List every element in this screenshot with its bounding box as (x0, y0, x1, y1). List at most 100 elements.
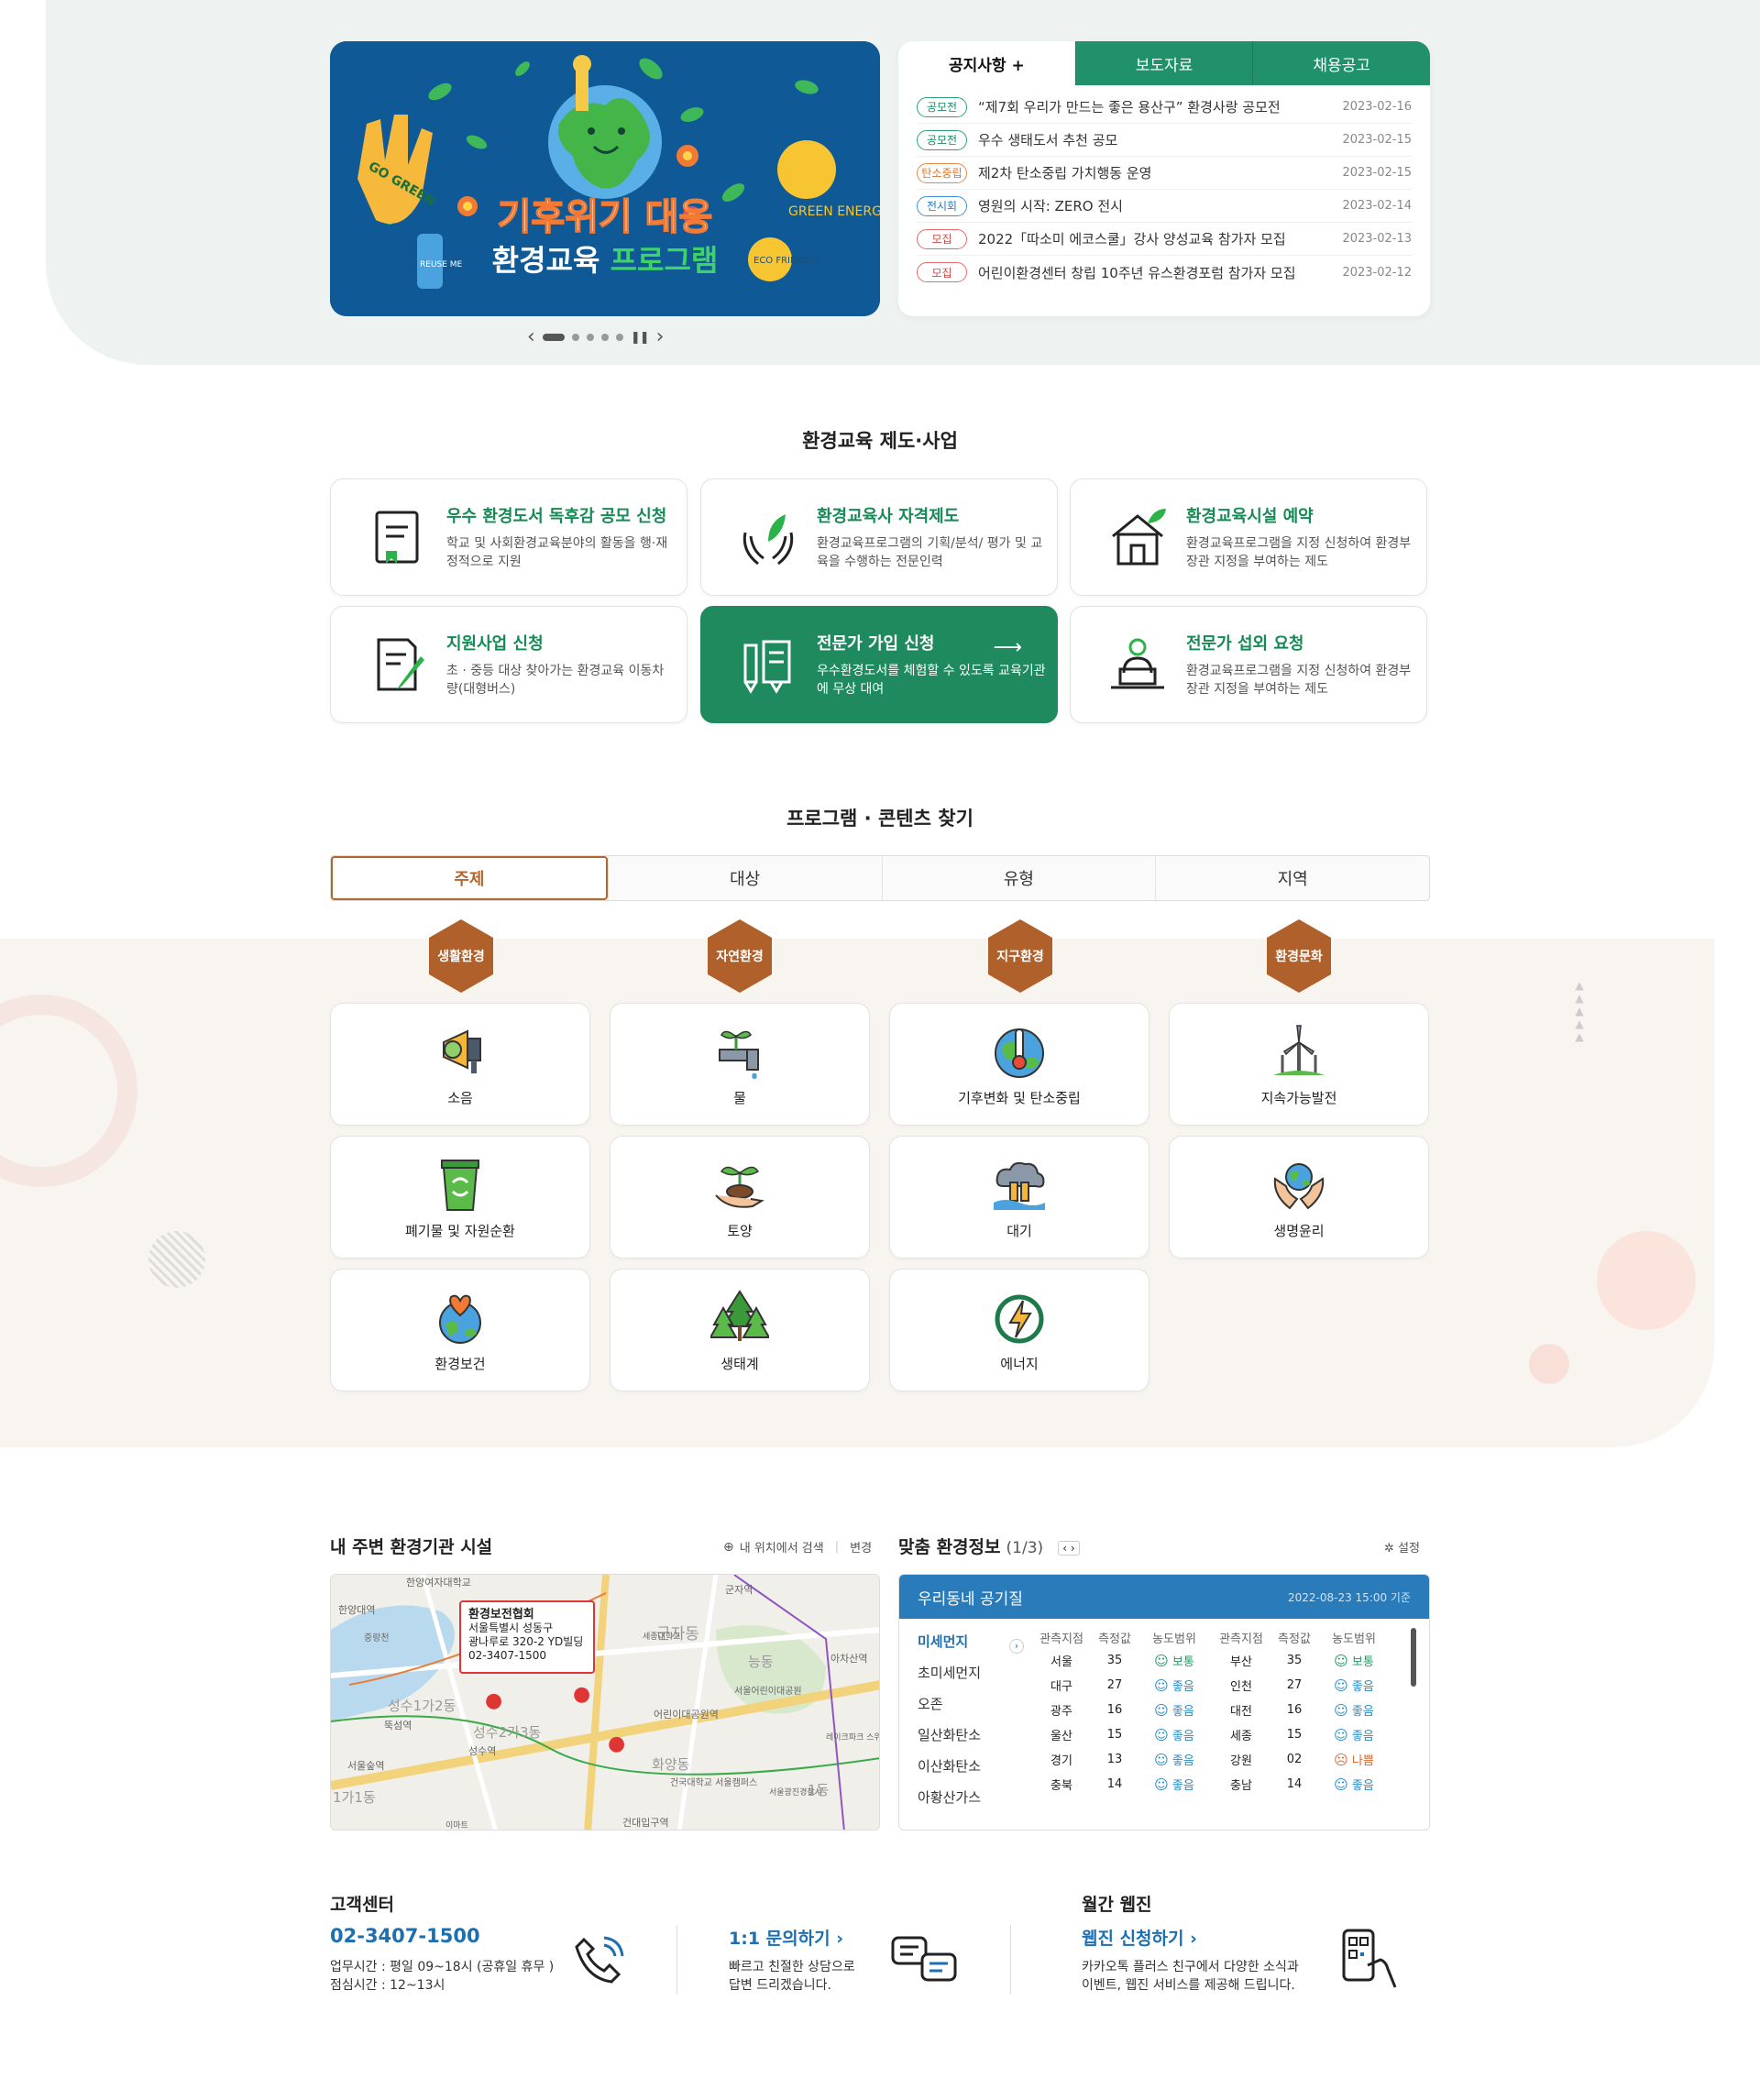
prev-arrow-icon[interactable]: ‹ (527, 327, 535, 347)
inquiry-desc: 빠르고 친절한 상담으로 답변 드리겠습니다. (729, 1958, 855, 1995)
tab-notice[interactable]: 공지사항 + (898, 41, 1075, 85)
tile-sustainable[interactable]: 지속가능발전 (1169, 1003, 1429, 1126)
notice-title[interactable]: “제7회 우리가 만드는 좋은 용산구” 환경사랑 공모전 (978, 97, 1333, 116)
svg-text:1동: 1동 (808, 1782, 830, 1798)
tab-type[interactable]: 유형 (881, 856, 1156, 900)
card-facility-reservation[interactable]: 환경교육시설 예약 환경교육프로그램을 지정 신청하여 환경부 장관 지정을 부여… (1070, 478, 1427, 596)
tab-recruit[interactable]: 채용공고 (1252, 41, 1430, 85)
pollutant-tab[interactable]: 일산화탄소 (918, 1720, 1009, 1751)
notice-tag-badge: 공모전 (917, 96, 967, 117)
notice-item[interactable]: 공모전 우수 생태도서 추천 공모 2023-02-15 (917, 124, 1412, 157)
card-book-review[interactable]: 우수 환경도서 독후감 공모 신청 학교 및 사회환경교육분야의 활동을 행·재정… (330, 478, 688, 596)
site-cell: 강원 (1230, 1754, 1252, 1768)
main-banner[interactable]: GO GREEN REUSE ME GREEN ENERGY ECO FRIEN… (330, 41, 880, 316)
notice-title[interactable]: 2022「따소미 에코스쿨」강사 양성교육 참가자 모집 (978, 229, 1333, 248)
card-desc: 환경교육프로그램의 기획/분석/ 평가 및 교육을 수행하는 전문인력 (817, 536, 1043, 569)
next-arrow-icon[interactable]: › (656, 327, 665, 347)
card-educator-cert[interactable]: 환경교육사 자격제도 환경교육프로그램의 기획/분석/ 평가 및 교육을 수행하는… (700, 478, 1058, 596)
map-pin-icon[interactable]: ● (485, 1689, 502, 1712)
card-desc: 환경교육프로그램을 지정 신청하여 환경부 장관 지정을 부여하는 제도 (1186, 536, 1412, 569)
banner-illustration: GO GREEN REUSE ME GREEN ENERGY ECO FRIEN… (330, 41, 880, 316)
tile-energy[interactable]: 에너지 (889, 1269, 1150, 1391)
notice-item[interactable]: 공모전 “제7회 우리가 만드는 좋은 용산구” 환경사랑 공모전 2023-02-… (917, 91, 1412, 124)
tile-air[interactable]: 대기 (889, 1136, 1150, 1259)
site-cell: 대전 (1230, 1705, 1252, 1719)
slide-dot[interactable] (615, 334, 623, 341)
book-icon (375, 511, 419, 564)
notice-item[interactable]: 전시회 영원의 시작: ZERO 전시 2023-02-14 (917, 190, 1412, 223)
webzine-desc: 카카오톡 플러스 친구에서 다양한 소식과 이벤트, 웹진 서비스를 제공해 드… (1082, 1958, 1299, 1995)
value-cell: 14 (1106, 1777, 1123, 1791)
tab-theme[interactable]: 주제 (331, 856, 608, 900)
status-text: 좋음 (1172, 1730, 1194, 1743)
table-row: 충북 14 ☺ 좋음 충남 14 ☺ 좋음 (1031, 1772, 1411, 1797)
tile-soil[interactable]: 토양 (610, 1136, 870, 1259)
pollutant-tab[interactable]: 오존 (918, 1688, 1009, 1720)
slide-dot[interactable] (586, 334, 594, 341)
notice-title[interactable]: 영원의 시작: ZERO 전시 (978, 196, 1333, 215)
banner-controls: ‹ ❚❚ › (527, 326, 683, 348)
tile-label: 생명윤리 (1273, 1222, 1325, 1239)
table-row: 대구 27 ☺ 좋음 인천 27 ☺ 좋음 (1031, 1673, 1411, 1698)
tile-env-health[interactable]: 환경보건 (330, 1269, 590, 1391)
tile-waste[interactable]: 폐기물 및 자원순환 (330, 1136, 590, 1259)
slide-dot[interactable] (571, 334, 579, 341)
notice-item[interactable]: 모집 어린이환경센터 창립 10주년 유스환경포럼 참가자 모집 2023-02-1… (917, 256, 1412, 289)
scrollbar[interactable] (1411, 1628, 1416, 1687)
tile-label: 에너지 (1000, 1355, 1039, 1372)
map-pin-icon[interactable]: ● (573, 1683, 590, 1706)
pause-icon[interactable]: ❚❚ (631, 331, 650, 345)
notice-panel: 공지사항 + 보도자료 채용공고 공모전 “제7회 우리가 만드는 좋은 용산구”… (898, 41, 1430, 316)
svg-text:한양대역: 한양대역 (338, 1604, 375, 1616)
card-expert-signup[interactable]: 전문가 가입 신청 우수환경도서를 체험할 수 있도록 교육기관에 무상 대여 ⟶ (700, 606, 1058, 723)
change-link[interactable]: 변경 (850, 1538, 872, 1556)
status-cell: ☺ 좋음 (1317, 1726, 1391, 1743)
prev-page-icon[interactable]: ‹ (1062, 1542, 1067, 1555)
next-page-icon[interactable]: › (1071, 1542, 1075, 1555)
notice-title[interactable]: 어린이환경센터 창립 10주년 유스환경포럼 참가자 모집 (978, 263, 1333, 282)
recycle-bin-icon (441, 1159, 479, 1211)
search-my-location-link[interactable]: 내 위치에서 검색 (740, 1538, 824, 1556)
map-pin-icon[interactable]: ● (608, 1732, 625, 1755)
tile-noise[interactable]: 소음 (330, 1003, 590, 1126)
svg-text:뚝섬역: 뚝섬역 (384, 1720, 412, 1732)
tab-region[interactable]: 지역 (1155, 856, 1429, 900)
svg-text:ECO FRIENDLY: ECO FRIENDLY (754, 256, 820, 266)
tile-water[interactable]: 물 (610, 1003, 870, 1126)
inquiry-link[interactable]: 1:1 문의하기 › (729, 1925, 843, 1950)
tile-label: 환경보건 (434, 1355, 486, 1372)
nearby-map[interactable]: 한양대역 한양여자대학교 군자역 군자동 능동 서울어린이대공원 아차산역 성수… (330, 1574, 880, 1831)
notice-title[interactable]: 우수 생태도서 추천 공모 (978, 130, 1333, 149)
face-icon: ☺ (1334, 1677, 1348, 1694)
pollutant-tab[interactable]: 이산화탄소 (918, 1751, 1009, 1782)
webzine-link[interactable]: 웹진 신청하기 › (1082, 1925, 1197, 1950)
pollutant-tab[interactable]: 미세먼지 (918, 1626, 1009, 1657)
envinfo-header: 맞춤 환경정보 (1/3) ‹ › (898, 1534, 1080, 1558)
site-cell: 부산 (1230, 1655, 1252, 1669)
settings-link[interactable]: ✲ 설정 (1384, 1538, 1420, 1556)
pollutant-tab[interactable]: 초미세먼지 (918, 1657, 1009, 1688)
card-support-apply[interactable]: 지원사업 신청 초 · 중등 대상 찾아가는 환경교육 이동차량(대형버스) (330, 606, 688, 723)
table-header: 측정값 (1278, 1632, 1311, 1646)
site-cell: 광주 (1050, 1705, 1072, 1719)
pollutant-tab[interactable]: 아황산가스 (918, 1782, 1009, 1813)
tile-climate[interactable]: 기후변화 및 탄소중립 (889, 1003, 1150, 1126)
tile-bioethics[interactable]: 생명윤리 (1169, 1136, 1429, 1259)
map-popup[interactable]: 환경보전협회 서울특별시 성동구 광나루로 320-2 YD빌딩 02-3407… (459, 1600, 595, 1674)
notice-item[interactable]: 모집 2022「따소미 에코스쿨」강사 양성교육 참가자 모집 2023-02-13 (917, 223, 1412, 256)
tab-press[interactable]: 보도자료 (1074, 41, 1253, 85)
svg-text:능동: 능동 (748, 1654, 774, 1670)
expand-icon[interactable]: › (1009, 1635, 1026, 1813)
chat-bubbles-icon (891, 1936, 957, 1982)
slide-dot[interactable] (600, 334, 609, 341)
table-row: 경기 13 ☺ 좋음 강원 02 ☹ 나쁨 (1031, 1747, 1411, 1772)
slide-dot[interactable] (542, 334, 565, 341)
notice-title[interactable]: 제2차 탄소중립 가치행동 운영 (978, 163, 1333, 182)
tab-target[interactable]: 대상 (607, 856, 882, 900)
notice-item[interactable]: 탄소중립 제2차 탄소중립 가치행동 운영 2023-02-15 (917, 157, 1412, 190)
svg-text:세종대학교: 세종대학교 (643, 1632, 680, 1642)
card-expert-request[interactable]: 전문가 섭외 요청 환경교육프로그램을 지정 신청하여 환경부 장관 지정을 부여… (1070, 606, 1427, 723)
cs-phone[interactable]: 02-3407-1500 (330, 1925, 480, 1947)
wind-turbine-icon (1273, 1024, 1325, 1075)
tile-ecosystem[interactable]: 생태계 (610, 1269, 870, 1391)
